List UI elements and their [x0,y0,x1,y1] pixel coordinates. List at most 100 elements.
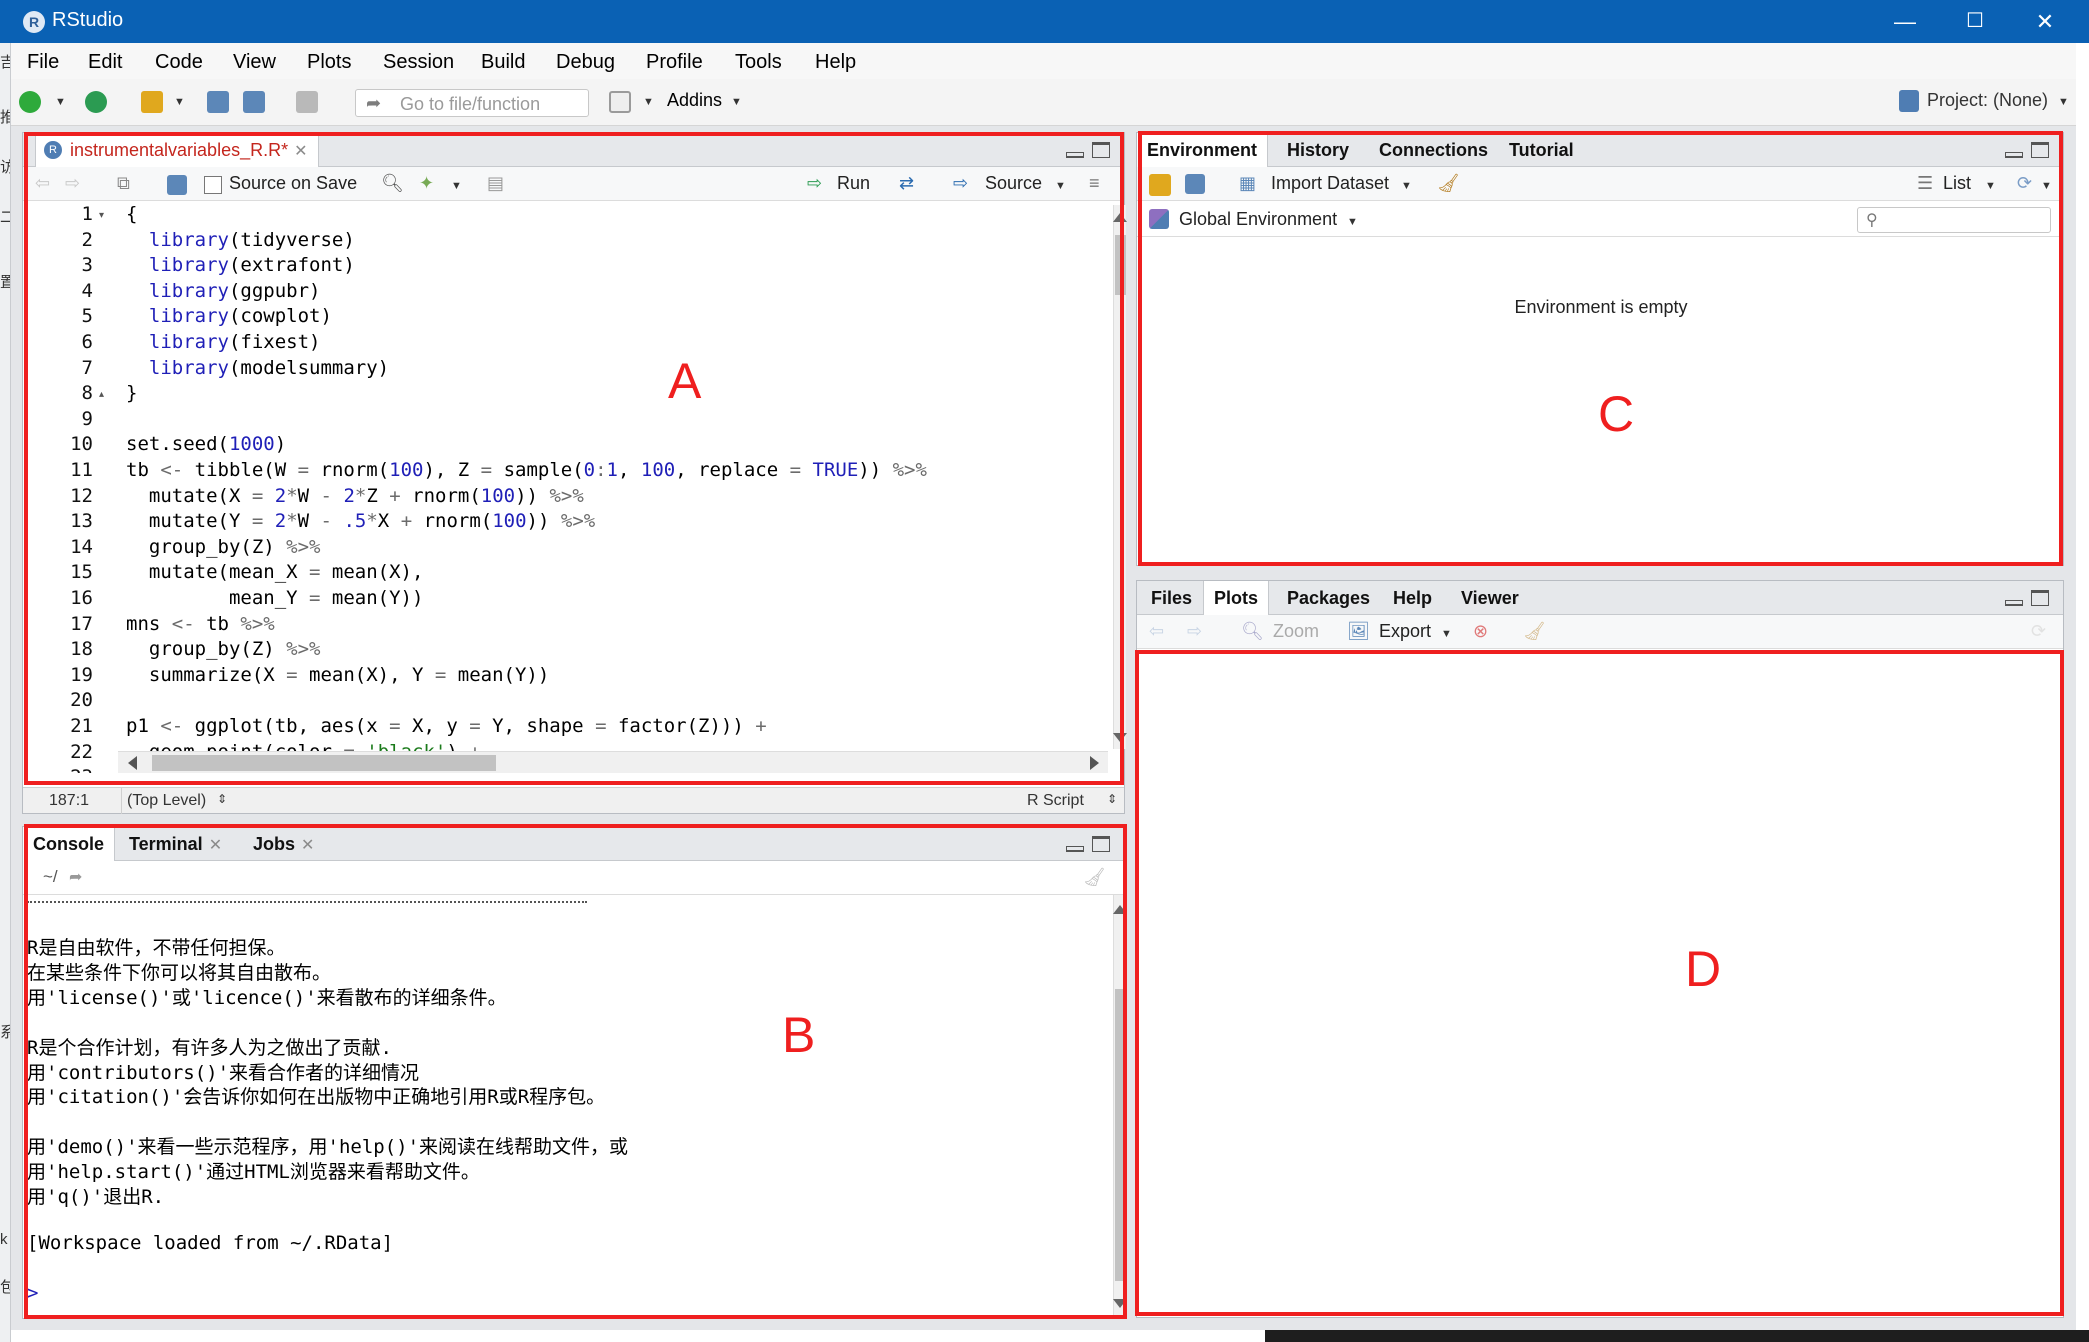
console-vertical-scrollbar[interactable] [1113,895,1127,1318]
menu-plots[interactable]: Plots [307,51,351,74]
tab-files[interactable]: Files [1141,581,1202,615]
new-file-icon[interactable] [19,91,41,113]
scroll-up-icon[interactable] [1113,213,1127,222]
menu-edit[interactable]: Edit [88,51,122,74]
chevron-down-icon[interactable]: ▼ [2058,96,2069,108]
close-tab-icon[interactable]: ✕ [301,837,314,854]
back-arrow-icon[interactable]: ⇦ [35,173,50,194]
scroll-down-icon[interactable] [1113,1299,1127,1308]
show-in-window-icon[interactable]: ⧉ [117,173,130,194]
go-to-directory-icon[interactable]: ➦ [69,867,82,887]
clear-console-icon[interactable]: 🧹︎ [1083,867,1106,888]
outline-icon[interactable]: ≡ [1089,173,1100,194]
tab-viewer[interactable]: Viewer [1451,581,1529,615]
tab-environment[interactable]: Environment [1137,133,1269,167]
minimize-button[interactable]: — [1870,0,1940,43]
load-workspace-icon[interactable] [1149,174,1171,196]
print-icon[interactable] [296,91,318,113]
tab-jobs[interactable]: Jobs ✕ [243,827,324,861]
updown-icon[interactable]: ⇕ [217,792,227,806]
tab-plots[interactable]: Plots [1203,581,1270,615]
run-button[interactable]: Run [837,173,870,194]
chevron-down-icon[interactable]: ▼ [2041,180,2052,192]
list-view-button[interactable]: List [1943,173,1971,194]
back-arrow-icon[interactable]: ⇦ [1149,621,1164,642]
save-icon[interactable] [207,91,229,113]
menu-debug[interactable]: Debug [556,51,615,74]
open-file-icon[interactable] [141,91,163,113]
broom-icon[interactable]: 🧹︎ [1523,621,1546,642]
chevron-down-icon[interactable]: ▼ [1401,180,1412,192]
compile-report-icon[interactable]: ▤ [487,173,504,194]
source-icon[interactable]: ⇨ [953,173,968,194]
tab-terminal[interactable]: Terminal ✕ [119,827,232,861]
remove-plot-icon[interactable]: ⊗ [1473,621,1488,642]
pane-min-max-controls[interactable] [1066,836,1112,856]
editor-vertical-scrollbar[interactable] [1113,205,1127,749]
run-icon[interactable]: ⇨ [807,173,822,194]
scroll-thumb[interactable] [152,755,496,771]
chevron-down-icon[interactable]: ▼ [451,180,462,192]
magic-wand-icon[interactable]: ✦ [419,173,434,194]
menu-tools[interactable]: Tools [735,51,782,74]
scope-selector[interactable]: (Top Level) [127,792,206,810]
addins-menu[interactable]: Addins [667,90,722,111]
environment-search-input[interactable]: ⚲ [1857,207,2051,233]
scroll-down-icon[interactable] [1113,733,1127,742]
file-type-selector[interactable]: R Script [1027,792,1084,810]
menu-code[interactable]: Code [155,51,203,74]
scroll-right-icon[interactable] [1090,756,1099,770]
updown-icon[interactable]: ⇕ [1107,792,1117,806]
menu-help[interactable]: Help [815,51,856,74]
save-icon[interactable] [167,175,187,195]
editor-horizontal-scrollbar[interactable] [118,751,1108,773]
close-tab-icon[interactable]: ✕ [294,143,307,160]
goto-file-input[interactable]: ➦ Go to file/function [355,89,589,117]
source-on-save-checkbox[interactable] [204,176,222,194]
pane-min-max-controls[interactable] [1066,142,1112,162]
tab-tutorial[interactable]: Tutorial [1499,133,1584,167]
project-menu[interactable]: Project: (None) [1927,90,2048,111]
menu-view[interactable]: View [233,51,276,74]
chevron-down-icon[interactable]: ▼ [643,96,654,108]
tab-editor-file[interactable]: R instrumentalvariables_R.R* ✕ [35,133,319,167]
save-workspace-icon[interactable] [1185,174,1205,194]
chevron-down-icon[interactable]: ▼ [1441,628,1452,640]
scroll-thumb[interactable] [1115,989,1126,1281]
chevron-down-icon[interactable]: ▼ [731,96,742,108]
code-editor[interactable]: 1234567891011121314151617181920212223▾▴ … [23,205,1113,773]
maximize-button[interactable]: ☐ [1940,0,2010,43]
fold-toggle-icon[interactable]: ▴ [99,389,104,400]
new-project-icon[interactable] [85,91,107,113]
scroll-thumb[interactable] [1115,235,1126,295]
export-button[interactable]: Export [1379,621,1431,642]
menu-session[interactable]: Session [383,51,454,74]
search-icon[interactable]: 🔍︎ [381,173,404,194]
export-icon[interactable]: 🖼︎ [1347,621,1370,642]
chevron-down-icon[interactable]: ▼ [55,96,66,108]
scroll-left-icon[interactable] [128,756,137,770]
tab-connections[interactable]: Connections [1369,133,1498,167]
close-tab-icon[interactable]: ✕ [209,837,222,854]
scroll-up-icon[interactable] [1113,905,1127,914]
forward-arrow-icon[interactable]: ⇨ [1187,621,1202,642]
menu-profile[interactable]: Profile [646,51,703,74]
tab-history[interactable]: History [1277,133,1359,167]
tab-console[interactable]: Console [23,827,116,861]
close-button[interactable]: ✕ [2010,0,2080,43]
grid-layout-icon[interactable] [609,91,631,113]
tab-packages[interactable]: Packages [1277,581,1380,615]
pane-min-max-controls[interactable] [2005,590,2051,610]
zoom-button[interactable]: Zoom [1273,621,1319,642]
pane-min-max-controls[interactable] [2005,142,2051,162]
menu-build[interactable]: Build [481,51,525,74]
console-output[interactable]: R是自由软件，不带任何担保。 在某些条件下你可以将其自由散布。 用'license(… [23,895,1108,1315]
source-button[interactable]: Source [985,173,1042,194]
zoom-icon[interactable]: 🔍︎ [1241,621,1264,642]
chevron-down-icon[interactable]: ▼ [1347,216,1358,228]
save-all-icon[interactable] [243,91,265,113]
broom-icon[interactable]: 🧹︎ [1437,173,1460,194]
rerun-icon[interactable]: ⇄ [899,173,914,194]
chevron-down-icon[interactable]: ▼ [1055,180,1066,192]
fold-toggle-icon[interactable]: ▾ [99,210,104,221]
